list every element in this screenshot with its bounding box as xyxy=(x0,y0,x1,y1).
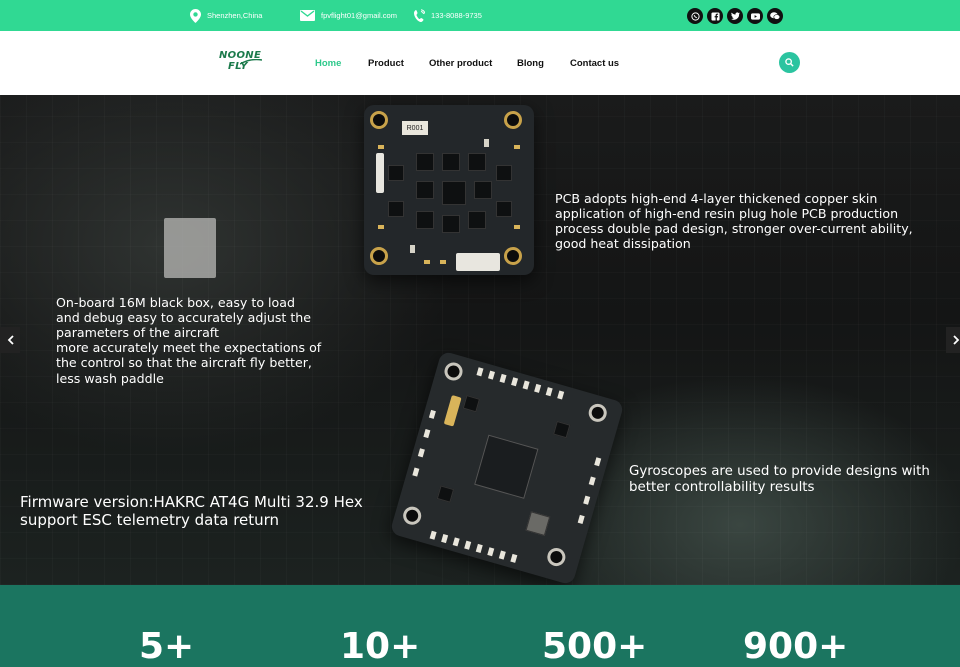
board-label: R001 xyxy=(402,121,428,135)
stat-value: 10+ xyxy=(340,626,421,667)
hero-banner: R001 PCB adopts high-end 4-layer thicken… xyxy=(0,95,960,585)
chevron-left-icon xyxy=(7,335,14,345)
nav-blong[interactable]: Blong xyxy=(517,31,544,95)
stats-section: 5+ 10+ 500+ 900+ xyxy=(0,585,960,667)
stat-value: 500+ xyxy=(542,626,648,667)
social-links xyxy=(687,8,783,24)
blackbox-description: On-board 16M black box, easy to load and… xyxy=(56,295,322,386)
slider-prev-button[interactable] xyxy=(0,327,20,353)
gyro-description: Gyroscopes are used to provide designs w… xyxy=(629,464,930,496)
slider-next-button[interactable] xyxy=(946,327,960,353)
logo-swoosh-icon xyxy=(240,59,262,65)
firmware-description: Firmware version:HAKRC AT4G Multi 32.9 H… xyxy=(20,493,363,529)
location-pin-icon xyxy=(190,8,201,23)
envelope-icon xyxy=(300,10,315,21)
phone-icon xyxy=(413,8,425,23)
site-header: NOONE FLY Home Product Other product Blo… xyxy=(0,31,960,95)
facebook-icon[interactable] xyxy=(707,8,723,24)
search-button[interactable] xyxy=(779,52,800,73)
stat-value: 5+ xyxy=(139,626,195,667)
phone-info[interactable]: 133-8088-9735 xyxy=(413,0,482,31)
youtube-icon[interactable] xyxy=(747,8,763,24)
email-info[interactable]: fpvflight01@gmail.com xyxy=(300,0,397,31)
chevron-right-icon xyxy=(952,335,959,345)
top-contact-bar: Shenzhen,China fpvflight01@gmail.com 133… xyxy=(0,0,960,31)
location-info: Shenzhen,China xyxy=(190,0,262,31)
esc-board-image: R001 xyxy=(364,105,534,275)
wechat-icon[interactable] xyxy=(767,8,783,24)
site-logo[interactable]: NOONE FLY xyxy=(216,49,262,77)
location-text: Shenzhen,China xyxy=(207,11,263,20)
whatsapp-icon[interactable] xyxy=(687,8,703,24)
email-text[interactable]: fpvflight01@gmail.com xyxy=(321,11,397,20)
nav-contact-us[interactable]: Contact us xyxy=(570,31,619,95)
nav-product[interactable]: Product xyxy=(368,31,404,95)
stat-value: 900+ xyxy=(743,626,849,667)
nav-other-product[interactable]: Other product xyxy=(429,31,492,95)
twitter-icon[interactable] xyxy=(727,8,743,24)
phone-text[interactable]: 133-8088-9735 xyxy=(431,11,482,20)
pcb-description: PCB adopts high-end 4-layer thickened co… xyxy=(555,191,913,252)
nav-home[interactable]: Home xyxy=(315,31,341,95)
memory-chip-image xyxy=(164,218,216,278)
search-icon xyxy=(785,58,794,67)
